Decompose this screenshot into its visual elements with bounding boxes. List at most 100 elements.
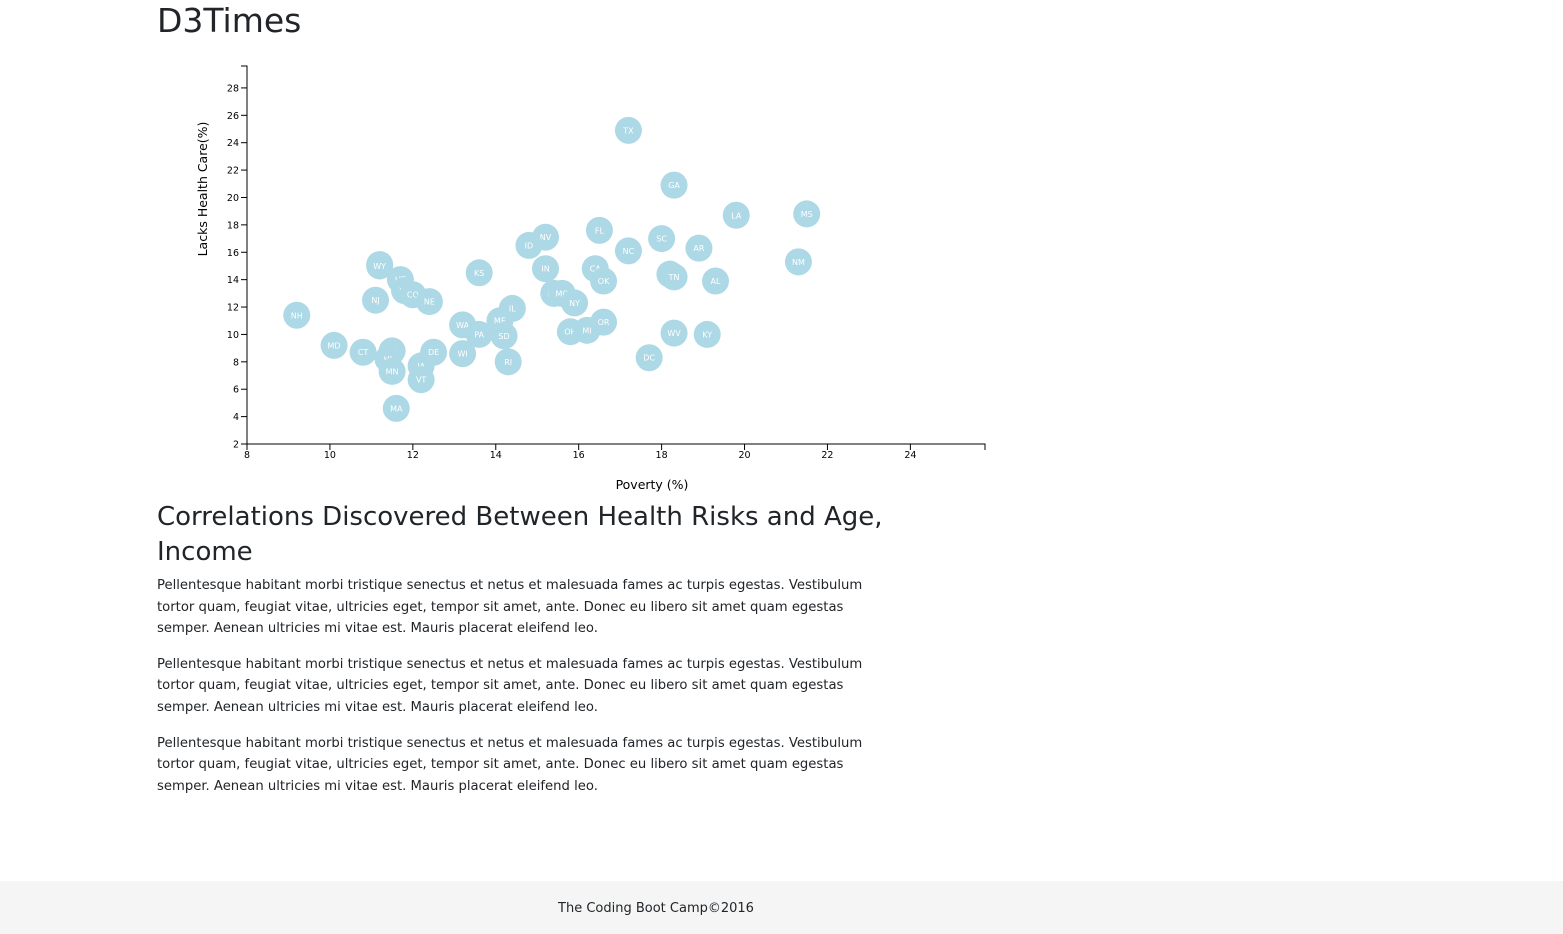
state-marker[interactable]: NJ — [362, 286, 390, 314]
y-tick: 10 — [227, 330, 247, 341]
article-paragraph: Pellentesque habitant morbi tristique se… — [157, 656, 863, 715]
x-tick: 18 — [656, 444, 668, 461]
state-marker-label: MA — [390, 404, 403, 413]
state-marker[interactable]: MI — [573, 316, 601, 344]
y-tick: 20 — [227, 193, 247, 204]
state-marker-label: NM — [792, 258, 805, 267]
y-tick: 26 — [227, 111, 247, 122]
x-tick-label: 8 — [244, 450, 250, 461]
y-axis-line — [241, 65, 248, 445]
x-tick: 12 — [407, 444, 419, 461]
state-marker[interactable]: RI — [494, 348, 522, 376]
y-tick-label: 8 — [233, 357, 239, 368]
state-marker-label: DC — [643, 354, 655, 363]
state-marker[interactable]: AR — [685, 234, 713, 262]
state-marker-label: OK — [598, 277, 610, 286]
state-marker[interactable]: NE — [415, 288, 443, 316]
y-tick-label: 2 — [233, 440, 239, 451]
state-marker-label: MS — [801, 210, 813, 219]
state-marker[interactable]: GA — [660, 171, 688, 199]
x-axis: 8 10 12 14 16 18 20 22 24 — [244, 443, 986, 461]
state-marker-label: AL — [711, 277, 721, 286]
y-tick-label: 24 — [227, 138, 239, 149]
state-marker[interactable]: VT — [407, 366, 435, 394]
state-marker-label: TN — [668, 273, 680, 282]
state-marker-label: WY — [373, 262, 386, 271]
state-marker-label: WV — [667, 329, 681, 338]
y-tick-label: 6 — [233, 385, 239, 396]
y-tick: 16 — [227, 248, 247, 259]
state-marker-label: NC — [623, 247, 635, 256]
state-marker[interactable]: SD — [490, 322, 518, 350]
state-marker-label: IN — [541, 265, 549, 274]
state-marker[interactable]: NC — [614, 237, 642, 265]
state-marker[interactable]: KS — [465, 259, 493, 287]
state-marker[interactable]: KY — [693, 320, 721, 348]
y-tick-label: 16 — [227, 248, 239, 259]
footer-text: The Coding Boot Camp©2016 — [558, 901, 754, 916]
state-marker[interactable]: WI — [449, 340, 477, 368]
state-marker-label: WI — [457, 350, 467, 359]
y-tick: 22 — [227, 166, 247, 177]
state-marker[interactable]: SC — [648, 225, 676, 253]
state-marker[interactable]: MS — [793, 200, 821, 228]
state-marker[interactable]: TX — [614, 116, 642, 144]
markers-layer: TXGALAMSFLNVIDSCARNCNMAKWYCAINKSAZTNUTOK… — [283, 116, 821, 422]
y-tick-label: 14 — [227, 275, 239, 286]
state-marker-label: NE — [424, 298, 435, 307]
x-tick: 22 — [821, 444, 833, 461]
x-tick: 16 — [573, 444, 585, 461]
state-marker[interactable]: WV — [660, 319, 688, 347]
state-marker[interactable]: NM — [784, 248, 812, 276]
y-tick: 2 — [233, 440, 247, 451]
x-axis-line — [246, 443, 986, 450]
y-tick: 8 — [233, 357, 247, 368]
state-marker[interactable]: MA — [382, 394, 410, 422]
state-marker-label: MI — [582, 326, 591, 335]
state-marker[interactable]: MD — [320, 331, 348, 359]
state-marker[interactable]: IN — [532, 255, 560, 283]
article-paragraph: Pellentesque habitant morbi tristique se… — [157, 578, 863, 637]
state-marker-label: GA — [668, 181, 680, 190]
state-marker[interactable]: FL — [585, 216, 613, 244]
article-body: Pellentesque habitant morbi tristique se… — [157, 575, 887, 811]
state-marker[interactable]: CT — [349, 338, 377, 366]
state-marker-label: CT — [358, 348, 369, 357]
state-marker[interactable]: DC — [635, 344, 663, 372]
state-marker[interactable]: TN — [660, 263, 688, 291]
state-marker-label: ID — [525, 241, 534, 250]
state-marker[interactable]: ID — [515, 231, 543, 259]
y-tick-label: 10 — [227, 330, 239, 341]
y-tick-label: 12 — [227, 303, 239, 314]
state-marker[interactable]: OK — [590, 267, 618, 295]
state-marker-label: NY — [569, 299, 580, 308]
state-marker-label: TX — [622, 126, 634, 135]
state-marker[interactable]: AL — [702, 267, 730, 295]
state-marker-label: KY — [702, 330, 712, 339]
page: D3Times 8 10 12 14 16 18 20 22 24 2 4 6 8 10 12 14 16 18… — [0, 0, 1563, 934]
x-tick: 14 — [490, 444, 502, 461]
y-tick: 18 — [227, 220, 247, 231]
x-tick-label: 20 — [738, 450, 750, 461]
state-marker-label: LA — [731, 211, 742, 220]
y-tick: 4 — [233, 412, 247, 423]
state-marker-label: NJ — [371, 296, 379, 305]
x-axis-label[interactable]: Poverty (%) — [616, 477, 689, 492]
y-tick: 28 — [227, 83, 247, 94]
x-tick-label: 14 — [490, 450, 502, 461]
state-marker[interactable]: LA — [722, 201, 750, 229]
x-tick-label: 18 — [656, 450, 668, 461]
x-tick-label: 22 — [821, 450, 833, 461]
x-tick-label: 16 — [573, 450, 585, 461]
y-tick-label: 18 — [227, 220, 239, 231]
state-marker[interactable]: NY — [561, 289, 589, 317]
state-marker-label: NH — [291, 311, 303, 320]
y-axis-label[interactable]: Lacks Health Care(%) — [195, 122, 210, 257]
x-tick-label: 24 — [904, 450, 916, 461]
state-marker[interactable]: NH — [283, 301, 311, 329]
x-tick: 10 — [324, 444, 336, 461]
state-marker-label: FL — [595, 226, 605, 235]
y-tick: 12 — [227, 303, 247, 314]
y-axis: 246810121416182022242628 — [227, 65, 248, 451]
state-marker[interactable]: MN — [378, 357, 406, 385]
